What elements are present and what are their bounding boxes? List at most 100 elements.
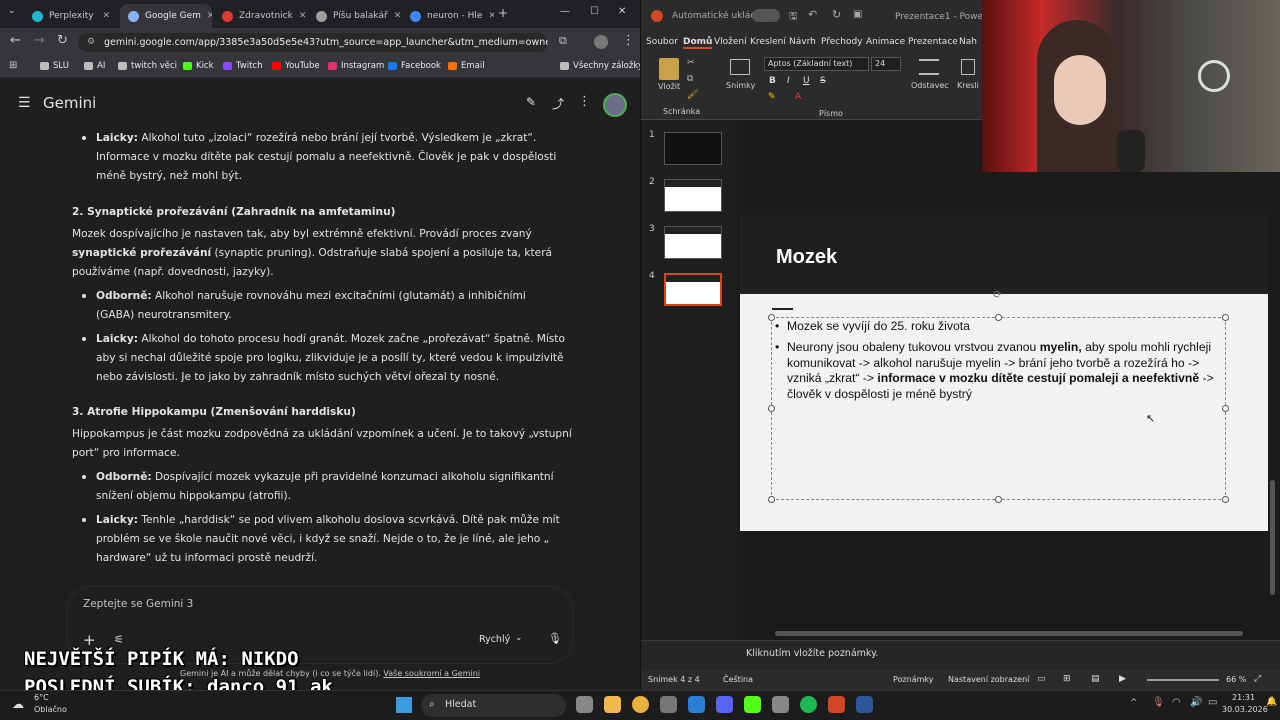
wifi-icon[interactable]: ◠ <box>1172 697 1181 708</box>
kick-app-icon[interactable] <box>744 696 761 713</box>
tab-zdravotnicka[interactable]: Zdravotnick ✕ <box>214 4 306 28</box>
close-window-icon[interactable]: ✕ <box>618 6 626 17</box>
tab-insert[interactable]: Vložení <box>714 37 747 47</box>
back-icon[interactable]: ← <box>10 34 21 48</box>
normal-view-icon[interactable]: ▭ <box>1037 674 1046 684</box>
add-attachment-icon[interactable]: + <box>83 631 96 649</box>
slideshow-view-icon[interactable]: ▶ <box>1119 674 1126 684</box>
strikethrough-icon[interactable]: S <box>820 76 826 86</box>
tab-gemini[interactable]: Google Gem ✕ <box>120 4 212 28</box>
chrome-icon[interactable] <box>632 696 649 713</box>
close-icon[interactable]: ✕ <box>488 11 494 21</box>
slide-thumb-4[interactable] <box>664 273 722 306</box>
tools-icon[interactable]: ⚟ <box>114 633 124 646</box>
bookmark-twitch[interactable]: Twitch <box>223 61 263 71</box>
user-avatar[interactable] <box>603 93 627 117</box>
tab-perplexity[interactable]: Perplexity ✕ <box>24 4 118 28</box>
language-indicator[interactable]: Čeština <box>723 675 753 684</box>
bookmark-slu[interactable]: SLU <box>40 61 69 71</box>
rotate-handle-icon[interactable]: ⟳ <box>993 288 1002 301</box>
reload-icon[interactable]: ↻ <box>57 34 68 48</box>
tray-chevron-icon[interactable]: ^ <box>1130 698 1138 708</box>
cut-icon[interactable]: ✂ <box>687 58 695 68</box>
close-icon[interactable]: ✕ <box>102 11 110 21</box>
tab-home[interactable]: Domů <box>683 37 713 49</box>
minimize-icon[interactable]: — <box>560 6 570 17</box>
close-icon[interactable]: ✕ <box>394 11 400 21</box>
slides-button[interactable]: Snímky <box>726 81 755 90</box>
chevron-down-icon[interactable]: ⌄ <box>515 633 523 643</box>
site-info-icon[interactable]: ⚙ <box>87 33 95 52</box>
profile-avatar[interactable] <box>594 35 608 49</box>
forward-icon[interactable]: → <box>34 34 45 48</box>
address-bar[interactable]: ⚙ gemini.google.com/app/3385e3a50d5e5e43… <box>78 33 548 52</box>
present-icon[interactable]: ▣ <box>853 9 862 20</box>
weather-icon[interactable]: ☁ <box>12 697 24 711</box>
drawing-button[interactable]: Kresli <box>957 81 979 90</box>
taskbar-search[interactable]: ⌕ Hledat <box>421 694 566 717</box>
tab-animations[interactable]: Animace <box>866 37 905 47</box>
resize-handle[interactable] <box>768 405 775 412</box>
battery-icon[interactable]: ▭ <box>1208 697 1217 708</box>
resize-handle[interactable] <box>995 496 1002 503</box>
privacy-link[interactable]: Vaše soukromí a Gemini <box>383 669 480 678</box>
tab-review[interactable]: Nah <box>959 37 977 47</box>
tab-pisu-balakar[interactable]: Píšu balakář ✕ <box>308 4 400 28</box>
photos-icon[interactable] <box>688 696 705 713</box>
powerpoint-taskbar-icon[interactable] <box>828 696 845 713</box>
slide-thumb-3[interactable] <box>664 226 722 259</box>
bookmark-facebook[interactable]: Facebook <box>388 61 441 71</box>
sorter-view-icon[interactable]: ⊞ <box>1063 674 1071 684</box>
tab-design[interactable]: Návrh <box>789 37 816 47</box>
slide-bullet-2[interactable]: • Neurony jsou obaleny tukovou vrstvou z… <box>775 340 1215 402</box>
save-icon[interactable]: 🖫 <box>789 9 798 26</box>
word-icon[interactable] <box>856 696 873 713</box>
underline-icon[interactable]: U <box>803 76 810 86</box>
volume-icon[interactable]: 🔊 <box>1190 697 1202 708</box>
clock-time[interactable]: 21:31 <box>1232 693 1255 702</box>
more-options-icon[interactable]: ⋮ <box>578 94 591 109</box>
task-view-icon[interactable] <box>576 696 593 713</box>
slide-title[interactable]: Mozek <box>776 246 837 269</box>
resize-handle[interactable] <box>768 314 775 321</box>
paragraph-button[interactable]: Odstavec <box>911 81 949 90</box>
slide-thumb-2[interactable] <box>664 179 722 212</box>
close-icon[interactable]: ✕ <box>299 11 306 21</box>
settings-icon[interactable] <box>660 696 677 713</box>
fit-to-window-icon[interactable]: ⤢ <box>1254 674 1261 684</box>
bookmark-instagram[interactable]: Instagram <box>328 61 384 71</box>
paragraph-icon[interactable] <box>919 59 939 75</box>
apps-grid-icon[interactable]: ⊞ <box>9 60 17 71</box>
copy-icon[interactable]: ⧉ <box>687 74 693 84</box>
maximize-icon[interactable]: ☐ <box>590 6 599 17</box>
zoom-level[interactable]: 66 % <box>1226 675 1246 684</box>
horizontal-scrollbar[interactable] <box>775 631 1243 636</box>
tab-search-icon[interactable]: ⌄ <box>8 6 16 16</box>
prompt-input-placeholder[interactable]: Zeptejte se Gemini 3 <box>83 598 193 610</box>
tab-slideshow[interactable]: Prezentace <box>908 37 958 47</box>
autosave-toggle[interactable] <box>752 9 780 22</box>
file-explorer-icon[interactable] <box>604 696 621 713</box>
resize-handle[interactable] <box>1222 405 1229 412</box>
discord-icon[interactable] <box>716 696 733 713</box>
new-tab-icon[interactable]: + <box>498 6 508 20</box>
bookmark-youtube[interactable]: YouTube <box>272 61 320 71</box>
undo-icon[interactable]: ↶ <box>808 8 817 21</box>
new-slide-icon[interactable] <box>730 59 750 75</box>
font-color-icon[interactable]: A <box>795 92 801 102</box>
resize-handle[interactable] <box>1222 496 1229 503</box>
slide-bullet-1[interactable]: • Mozek se vyvíjí do 25. roku života <box>775 319 1215 335</box>
redo-icon[interactable]: ↻ <box>832 8 841 21</box>
app-icon[interactable] <box>772 696 789 713</box>
format-painter-icon[interactable]: 🖌 <box>687 90 698 100</box>
paste-icon[interactable] <box>659 58 679 80</box>
tab-file[interactable]: Soubor <box>646 37 678 47</box>
bookmark-ai[interactable]: AI <box>84 61 105 71</box>
notes-button[interactable]: Poznámky <box>893 675 933 684</box>
notifications-icon[interactable]: 🔔 <box>1266 697 1277 707</box>
tab-draw[interactable]: Kreslení <box>750 37 786 47</box>
bookmark-email[interactable]: Email <box>448 61 485 71</box>
font-size-select[interactable]: 24 <box>871 57 901 71</box>
hamburger-menu-icon[interactable]: ☰ <box>18 95 31 111</box>
display-settings-button[interactable]: Nastavení zobrazení <box>948 675 1029 684</box>
